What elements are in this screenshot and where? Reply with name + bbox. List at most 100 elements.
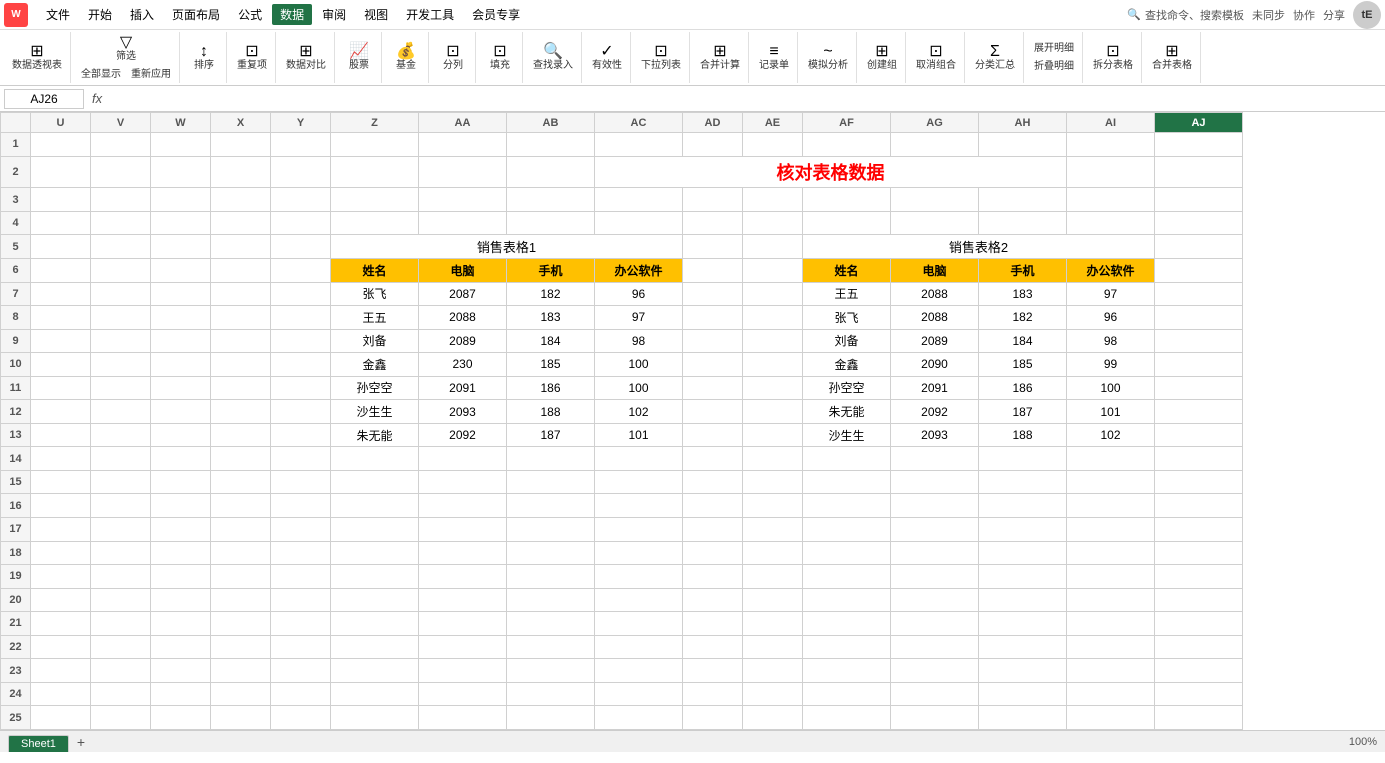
table1-row0-col0[interactable]: 张飞 bbox=[331, 282, 419, 306]
menu-insert[interactable]: 插入 bbox=[122, 4, 162, 25]
subtotal-btn[interactable]: Σ 分类汇总 bbox=[971, 42, 1019, 74]
table1-row1-col3[interactable]: 97 bbox=[595, 306, 683, 330]
table1-row6-col2[interactable]: 187 bbox=[507, 423, 595, 447]
col-header-AD[interactable]: AD bbox=[683, 113, 743, 133]
sheet-tab-1[interactable]: Sheet1 bbox=[8, 735, 69, 752]
table1-row4-col0[interactable]: 孙空空 bbox=[331, 376, 419, 400]
table1-row5-col2[interactable]: 188 bbox=[507, 400, 595, 424]
col-header-AG[interactable]: AG bbox=[891, 113, 979, 133]
row-num-25[interactable]: 25 bbox=[1, 706, 31, 730]
menu-data[interactable]: 数据 bbox=[272, 4, 312, 25]
table2-row2-col0[interactable]: 刘备 bbox=[803, 329, 891, 353]
row-num-21[interactable]: 21 bbox=[1, 612, 31, 636]
add-sheet-btn[interactable]: + bbox=[69, 732, 93, 752]
table2-row4-col1[interactable]: 2091 bbox=[891, 376, 979, 400]
row-num-2[interactable]: 2 bbox=[1, 156, 31, 188]
table2-row6-col1[interactable]: 2093 bbox=[891, 423, 979, 447]
search-bar[interactable]: 🔍 查找命令、搜索模板 bbox=[1127, 7, 1244, 23]
row-num-20[interactable]: 20 bbox=[1, 588, 31, 612]
table1-row2-col3[interactable]: 98 bbox=[595, 329, 683, 353]
table1-row5-col0[interactable]: 沙生生 bbox=[331, 400, 419, 424]
stocks-btn[interactable]: 📈 股票 bbox=[341, 42, 377, 74]
col-header-AC[interactable]: AC bbox=[595, 113, 683, 133]
row-num-22[interactable]: 22 bbox=[1, 635, 31, 659]
row-num-17[interactable]: 17 bbox=[1, 517, 31, 541]
expand-btn[interactable]: 展开明细 bbox=[1030, 41, 1078, 57]
row-num-1[interactable]: 1 bbox=[1, 133, 31, 157]
find-entry-btn[interactable]: 🔍 查找录入 bbox=[529, 42, 577, 74]
table2-row0-col1[interactable]: 2088 bbox=[891, 282, 979, 306]
menu-page-layout[interactable]: 页面布局 bbox=[164, 4, 228, 25]
share-btn[interactable]: 分享 bbox=[1323, 7, 1345, 23]
menu-formula[interactable]: 公式 bbox=[230, 4, 270, 25]
col-header-AH[interactable]: AH bbox=[979, 113, 1067, 133]
table2-row1-col1[interactable]: 2088 bbox=[891, 306, 979, 330]
table1-header-1[interactable]: 电脑 bbox=[419, 258, 507, 282]
table1-row3-col1[interactable]: 230 bbox=[419, 353, 507, 377]
table1-row3-col3[interactable]: 100 bbox=[595, 353, 683, 377]
table1-row0-col1[interactable]: 2087 bbox=[419, 282, 507, 306]
table1-row5-col1[interactable]: 2093 bbox=[419, 400, 507, 424]
row-num-16[interactable]: 16 bbox=[1, 494, 31, 518]
table2-row0-col3[interactable]: 97 bbox=[1067, 282, 1155, 306]
col-header-X[interactable]: X bbox=[211, 113, 271, 133]
table2-title[interactable]: 销售表格2 bbox=[803, 235, 1155, 259]
col-header-AJ[interactable]: AJ bbox=[1155, 113, 1243, 133]
collab-btn[interactable]: 协作 bbox=[1293, 7, 1315, 23]
spreadsheet[interactable]: U V W X Y Z AA AB AC AD AE AF AG AH bbox=[0, 112, 1385, 730]
simulate-btn[interactable]: ~ 模拟分析 bbox=[804, 42, 852, 74]
menu-file[interactable]: 文件 bbox=[38, 4, 78, 25]
table1-row3-col0[interactable]: 金鑫 bbox=[331, 353, 419, 377]
table1-row6-col1[interactable]: 2092 bbox=[419, 423, 507, 447]
row-num-8[interactable]: 8 bbox=[1, 306, 31, 330]
filter-btn[interactable]: ▽ 筛选 bbox=[108, 33, 144, 65]
table1-row4-col3[interactable]: 100 bbox=[595, 376, 683, 400]
table2-header-1[interactable]: 电脑 bbox=[891, 258, 979, 282]
menu-vip[interactable]: 会员专享 bbox=[464, 4, 528, 25]
row-num-14[interactable]: 14 bbox=[1, 447, 31, 471]
table1-row6-col0[interactable]: 朱无能 bbox=[331, 423, 419, 447]
menu-dev-tools[interactable]: 开发工具 bbox=[398, 4, 462, 25]
row-num-11[interactable]: 11 bbox=[1, 376, 31, 400]
table1-row1-col2[interactable]: 183 bbox=[507, 306, 595, 330]
table1-row4-col2[interactable]: 186 bbox=[507, 376, 595, 400]
table2-row4-col3[interactable]: 100 bbox=[1067, 376, 1155, 400]
show-all-btn[interactable]: 全部显示 bbox=[77, 67, 125, 83]
table2-row3-col1[interactable]: 2090 bbox=[891, 353, 979, 377]
table2-header-0[interactable]: 姓名 bbox=[803, 258, 891, 282]
table2-row0-col2[interactable]: 183 bbox=[979, 282, 1067, 306]
row-num-19[interactable]: 19 bbox=[1, 565, 31, 589]
table1-row5-col3[interactable]: 102 bbox=[595, 400, 683, 424]
table1-row2-col2[interactable]: 184 bbox=[507, 329, 595, 353]
table1-row0-col2[interactable]: 182 bbox=[507, 282, 595, 306]
table2-row1-col2[interactable]: 182 bbox=[979, 306, 1067, 330]
row-num-18[interactable]: 18 bbox=[1, 541, 31, 565]
table1-row2-col1[interactable]: 2089 bbox=[419, 329, 507, 353]
dup-btn[interactable]: ⊡ 重复项 bbox=[233, 42, 271, 74]
collapse-btn[interactable]: 折叠明细 bbox=[1030, 59, 1078, 75]
col-header-Y[interactable]: Y bbox=[271, 113, 331, 133]
table1-header-3[interactable]: 办公软件 bbox=[595, 258, 683, 282]
table1-row4-col1[interactable]: 2091 bbox=[419, 376, 507, 400]
table2-row6-col3[interactable]: 102 bbox=[1067, 423, 1155, 447]
table2-row5-col1[interactable]: 2092 bbox=[891, 400, 979, 424]
table1-header-0[interactable]: 姓名 bbox=[331, 258, 419, 282]
table2-row2-col2[interactable]: 184 bbox=[979, 329, 1067, 353]
table2-row4-col2[interactable]: 186 bbox=[979, 376, 1067, 400]
row-num-10[interactable]: 10 bbox=[1, 353, 31, 377]
table2-row2-col3[interactable]: 98 bbox=[1067, 329, 1155, 353]
row-num-9[interactable]: 9 bbox=[1, 329, 31, 353]
dropdown-btn[interactable]: ⊡ 下拉列表 bbox=[637, 42, 685, 74]
menu-view[interactable]: 视图 bbox=[356, 4, 396, 25]
table2-header-3[interactable]: 办公软件 bbox=[1067, 258, 1155, 282]
table2-row6-col2[interactable]: 188 bbox=[979, 423, 1067, 447]
col-header-AB[interactable]: AB bbox=[507, 113, 595, 133]
ungroup-btn[interactable]: ⊡ 取消组合 bbox=[912, 42, 960, 74]
validity-btn[interactable]: ✓ 有效性 bbox=[588, 42, 626, 74]
row-num-5[interactable]: 5 bbox=[1, 235, 31, 259]
col-header-U[interactable]: U bbox=[31, 113, 91, 133]
row-num-23[interactable]: 23 bbox=[1, 659, 31, 683]
split-table-btn[interactable]: ⊡ 拆分表格 bbox=[1089, 42, 1137, 74]
fill-btn[interactable]: ⊡ 填充 bbox=[482, 42, 518, 74]
menu-start[interactable]: 开始 bbox=[80, 4, 120, 25]
